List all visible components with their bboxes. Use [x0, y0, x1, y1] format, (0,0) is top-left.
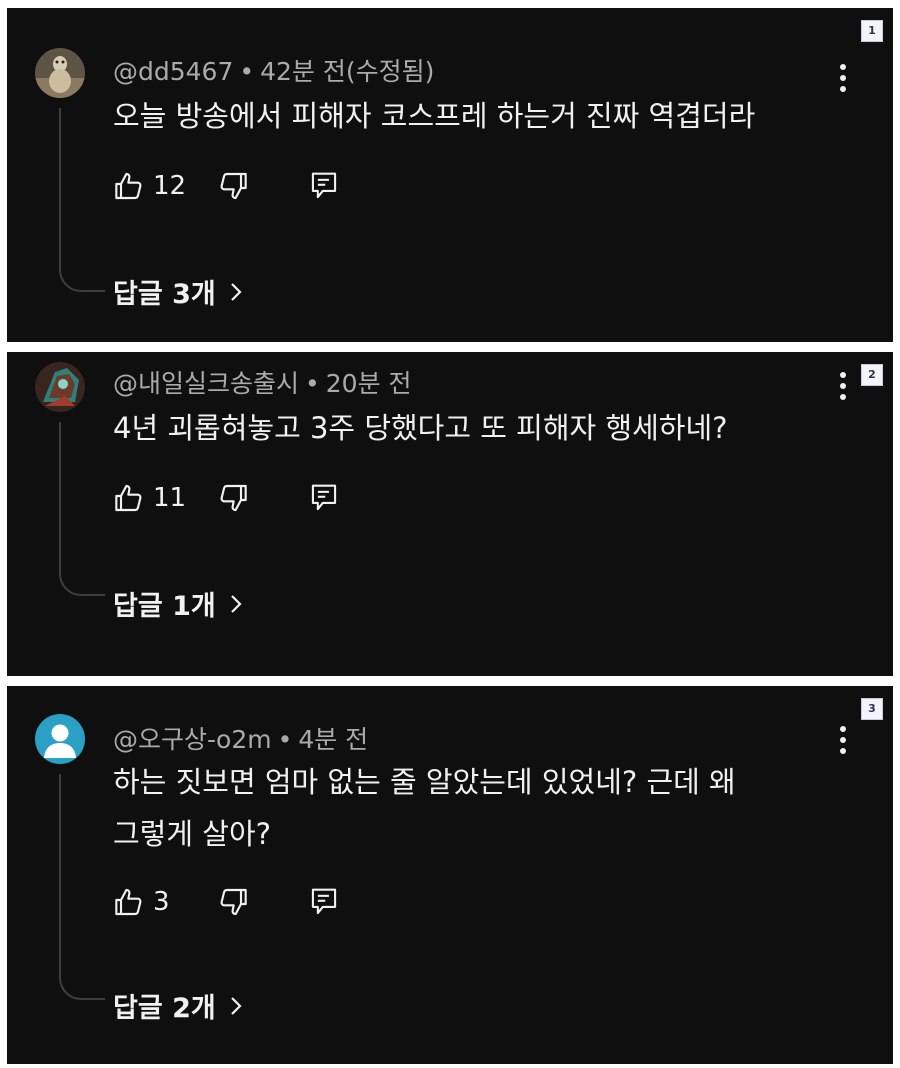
- thumbs-up-icon: [115, 888, 142, 916]
- chevron-right-icon: [230, 282, 242, 301]
- comment-line: 오늘 방송에서 피해자 코스프레 하는거 진짜 역겹더라: [113, 99, 756, 133]
- dislike-button[interactable]: [217, 886, 249, 918]
- comment-meta: @내일실크송출시 • 20분 전: [113, 364, 412, 400]
- thumbs-down-icon: [220, 484, 247, 512]
- replies-label: 답글 3개: [113, 279, 216, 310]
- replies-label: 답글 1개: [113, 591, 216, 622]
- kebab-menu-icon: [840, 726, 846, 754]
- comment-reply-icon: [311, 888, 337, 915]
- photo-avatar-icon: [35, 48, 85, 98]
- comment-line: 하는 짓보면 엄마 없는 줄 알았는데 있었네? 근데 왜: [113, 765, 736, 799]
- comment-card-1: 1 @dd5467 • 42분 전(수정됨) 오늘 방송에서 피해자 코스프레 하는…: [7, 8, 893, 342]
- comment-text: 4년 괴롭혀놓고 3주 당했다고 또 피해자 행세하네?: [113, 402, 813, 454]
- separator-dot: •: [305, 369, 320, 398]
- comment-reply-icon: [311, 172, 337, 199]
- avatar[interactable]: [35, 362, 85, 412]
- thread-line: [59, 108, 105, 292]
- kebab-menu-icon: [840, 64, 846, 92]
- chevron-right-icon: [230, 996, 242, 1015]
- comment-reply-icon: [311, 484, 337, 511]
- dislike-button[interactable]: [217, 170, 249, 202]
- like-count: 3: [153, 887, 170, 917]
- avatar[interactable]: [35, 48, 85, 98]
- comment-card-2: 2 @내일실크송출시 • 20분 전 4년 괴롭혀놓고 3주 당했다고 또 피해자 …: [7, 352, 893, 676]
- more-options-button[interactable]: [833, 720, 853, 760]
- number-badge: 1: [861, 20, 883, 42]
- timestamp: 42분 전(수정됨): [260, 57, 435, 86]
- author-name[interactable]: @dd5467: [113, 57, 233, 86]
- thumbs-up-icon: [115, 172, 142, 200]
- thread-line: [59, 422, 105, 596]
- view-replies-button[interactable]: 답글 1개: [113, 584, 242, 623]
- comment-text: 하는 짓보면 엄마 없는 줄 알았는데 있었네? 근데 왜 그렇게 살아?: [113, 756, 813, 860]
- timestamp: 20분 전: [325, 369, 412, 398]
- like-button[interactable]: 3: [113, 886, 217, 918]
- author-name[interactable]: @오구상-o2m: [113, 725, 272, 754]
- more-options-button[interactable]: [833, 58, 853, 98]
- default-person-avatar-icon: [35, 714, 85, 764]
- view-replies-button[interactable]: 답글 2개: [113, 986, 242, 1025]
- avatar[interactable]: [35, 714, 85, 764]
- like-button[interactable]: 12: [113, 170, 217, 202]
- reply-button[interactable]: [309, 886, 339, 918]
- like-button[interactable]: 11: [113, 482, 217, 514]
- thread-line: [59, 774, 105, 1000]
- reply-button[interactable]: [309, 482, 339, 514]
- author-name[interactable]: @내일실크송출시: [113, 369, 299, 398]
- number-badge: 3: [861, 698, 883, 720]
- comment-meta: @dd5467 • 42분 전(수정됨): [113, 52, 434, 88]
- kebab-menu-icon: [840, 372, 846, 400]
- comment-actions: 12: [113, 166, 339, 206]
- comment-actions: 11: [113, 478, 339, 518]
- separator-dot: •: [277, 725, 293, 754]
- reply-button[interactable]: [309, 170, 339, 202]
- comment-meta: @오구상-o2m • 4분 전: [113, 720, 368, 756]
- more-options-button[interactable]: [833, 366, 853, 406]
- comment-text: 오늘 방송에서 피해자 코스프레 하는거 진짜 역겹더라: [113, 90, 813, 142]
- thumbs-up-icon: [115, 484, 142, 512]
- like-count: 12: [153, 171, 187, 201]
- thumbs-down-icon: [220, 888, 247, 916]
- comment-actions: 3: [113, 882, 339, 922]
- game-character-avatar-icon: [35, 362, 85, 412]
- dislike-button[interactable]: [217, 482, 249, 514]
- timestamp: 4분 전: [298, 725, 369, 754]
- comment-card-3: 3 @오구상-o2m • 4분 전 하는 짓보면 엄마 없는 줄 알았는데 있었네?…: [7, 686, 893, 1064]
- like-count: 11: [153, 483, 187, 513]
- chevron-right-icon: [230, 594, 242, 613]
- separator-dot: •: [239, 57, 255, 86]
- thumbs-down-icon: [220, 172, 247, 200]
- replies-label: 답글 2개: [113, 993, 216, 1024]
- number-badge: 2: [861, 364, 883, 386]
- comment-line: 4년 괴롭혀놓고 3주 당했다고 또 피해자 행세하네?: [113, 411, 728, 445]
- view-replies-button[interactable]: 답글 3개: [113, 272, 242, 311]
- comment-line: 그렇게 살아?: [113, 817, 272, 851]
